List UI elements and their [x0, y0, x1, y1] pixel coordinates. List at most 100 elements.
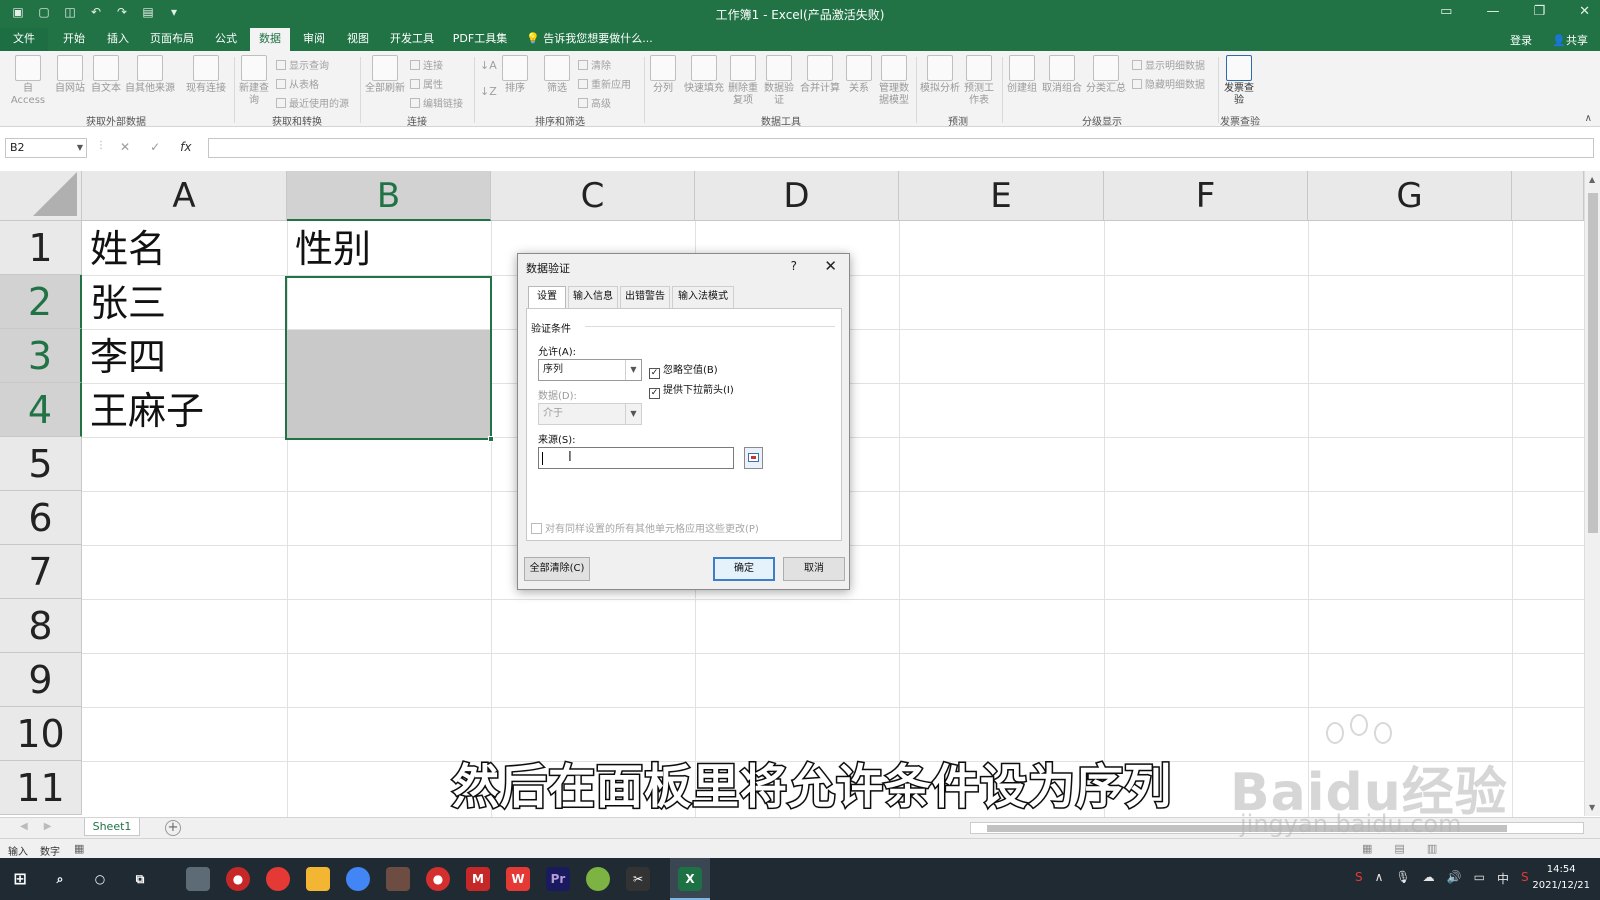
from-web-button[interactable]: 自网站	[52, 55, 88, 95]
ok-button[interactable]: 确定	[713, 557, 775, 581]
file-explorer-icon[interactable]	[306, 867, 330, 891]
row-header-9[interactable]: 9	[0, 653, 82, 707]
cell-a4[interactable]: 王麻子	[82, 385, 204, 437]
tray-app-icon[interactable]: ☁	[1423, 870, 1435, 887]
relationships-button[interactable]: 关系	[844, 55, 874, 95]
normal-view-icon[interactable]: ▦	[1362, 842, 1372, 855]
sogou-icon[interactable]: S	[1355, 870, 1363, 887]
new-query-button[interactable]: 新建查询	[238, 55, 270, 107]
close-icon[interactable]: ✕	[824, 257, 837, 275]
row-header-2[interactable]: 2	[0, 275, 82, 329]
column-header-g[interactable]: G	[1308, 171, 1512, 221]
formula-input[interactable]	[208, 138, 1594, 158]
tell-me-box[interactable]: 💡 告诉我您想要做什么...	[526, 28, 656, 51]
column-header-b[interactable]: B	[287, 171, 491, 221]
from-text-button[interactable]: 自文本	[88, 55, 124, 95]
vertical-scrollbar[interactable]: ▲ ▼	[1584, 171, 1600, 816]
capcut-icon[interactable]: ✂	[626, 867, 650, 891]
row-header-1[interactable]: 1	[0, 221, 82, 275]
select-all-corner[interactable]	[0, 171, 82, 221]
from-table-button[interactable]: 从表格	[276, 76, 319, 91]
share-button[interactable]: 👤共享	[1552, 32, 1588, 48]
invoice-check-button[interactable]: 发票查验	[1222, 55, 1256, 107]
scroll-down-icon[interactable]: ▼	[1589, 803, 1595, 812]
premiere-icon[interactable]: Pr	[546, 867, 570, 891]
forecast-sheet-button[interactable]: 预测工作表	[962, 55, 996, 107]
tab-review[interactable]: 审阅	[296, 28, 332, 51]
sort-button[interactable]: 排序	[500, 55, 530, 95]
browser-icon[interactable]	[346, 867, 370, 891]
tab-settings[interactable]: 设置	[528, 286, 566, 309]
ungroup-button[interactable]: 取消组合	[1040, 55, 1084, 95]
column-header-e[interactable]: E	[899, 171, 1104, 221]
clear-filter-button[interactable]: 清除	[578, 57, 611, 72]
tab-ime-mode[interactable]: 输入法模式	[672, 286, 734, 308]
tab-developer[interactable]: 开发工具	[384, 28, 440, 51]
vertical-scroll-thumb[interactable]	[1588, 193, 1598, 533]
tab-pdf-tools[interactable]: PDF工具集	[448, 28, 512, 51]
row-header-3[interactable]: 3	[0, 329, 82, 383]
clear-all-button[interactable]: 全部清除(C)	[524, 557, 590, 581]
data-validation-button[interactable]: 数据验证	[762, 55, 796, 107]
apply-to-all-checkbox[interactable]: 对有同样设置的所有其他单元格应用这些更改(P)	[531, 520, 759, 535]
next-sheet-icon[interactable]: ▶	[44, 821, 52, 832]
subtotal-button[interactable]: 分类汇总	[1086, 55, 1126, 95]
collapse-ribbon-icon[interactable]: ∧	[1585, 113, 1592, 124]
tab-insert[interactable]: 插入	[100, 28, 136, 51]
from-other-sources-button[interactable]: 自其他来源	[124, 55, 176, 95]
properties-button[interactable]: 属性	[410, 76, 443, 91]
sort-az-icon[interactable]: ↓A	[480, 59, 497, 72]
tab-input-message[interactable]: 输入信息	[568, 286, 618, 308]
task-view-icon[interactable]: ⧉	[128, 867, 152, 891]
network-icon[interactable]: ▭	[1474, 870, 1485, 887]
restore-icon[interactable]: ❐	[1533, 4, 1545, 19]
wps-tray-icon[interactable]: S	[1521, 870, 1529, 887]
horizontal-scroll-thumb[interactable]	[987, 825, 1507, 832]
minimize-icon[interactable]: —	[1486, 4, 1499, 19]
tab-page-layout[interactable]: 页面布局	[144, 28, 200, 51]
row-header-11[interactable]: 11	[0, 761, 82, 815]
volume-icon[interactable]: 🔊	[1447, 870, 1462, 887]
flash-fill-button[interactable]: 快速填充	[682, 55, 726, 95]
cell-a2[interactable]: 张三	[82, 277, 166, 329]
selected-range-b2-b4[interactable]	[285, 276, 492, 440]
row-header-7[interactable]: 7	[0, 545, 82, 599]
cell-a3[interactable]: 李四	[82, 331, 166, 383]
record-icon[interactable]: ●	[426, 867, 450, 891]
ignore-blank-checkbox[interactable]: ✓ 忽略空值(B)	[649, 361, 718, 379]
confirm-entry-icon[interactable]: ✓	[150, 140, 160, 154]
column-header-f[interactable]: F	[1104, 171, 1308, 221]
tab-home[interactable]: 开始	[56, 28, 92, 51]
wps-icon[interactable]: W	[506, 867, 530, 891]
range-select-button[interactable]	[744, 447, 763, 469]
column-header-d[interactable]: D	[695, 171, 899, 221]
ime-indicator[interactable]: 中	[1497, 870, 1509, 887]
show-queries-button[interactable]: 显示查询	[276, 57, 329, 72]
fill-handle[interactable]	[488, 436, 494, 442]
search-icon[interactable]: ⌕	[48, 867, 72, 891]
row-header-4[interactable]: 4	[0, 383, 82, 437]
what-if-analysis-button[interactable]: 模拟分析	[920, 55, 960, 95]
mail-icon[interactable]: M	[466, 867, 490, 891]
row-header-5[interactable]: 5	[0, 437, 82, 491]
tab-error-alert[interactable]: 出错警告	[620, 286, 670, 308]
page-layout-view-icon[interactable]: ▤	[1394, 842, 1404, 855]
excel-icon[interactable]: X	[678, 867, 702, 891]
app-icon-3[interactable]	[586, 867, 610, 891]
group-button[interactable]: 创建组	[1006, 55, 1038, 95]
horizontal-scrollbar[interactable]	[970, 822, 1584, 834]
recent-sources-button[interactable]: 最近使用的源	[276, 95, 349, 110]
manage-data-model-button[interactable]: 管理数据模型	[876, 55, 912, 107]
tab-formulas[interactable]: 公式	[208, 28, 244, 51]
help-icon[interactable]: ?	[791, 259, 797, 273]
edit-links-button[interactable]: 编辑链接	[410, 95, 463, 110]
row-header-8[interactable]: 8	[0, 599, 82, 653]
cancel-entry-icon[interactable]: ✕	[120, 140, 130, 154]
remove-duplicates-button[interactable]: 删除重复项	[728, 55, 758, 107]
existing-connections-button[interactable]: 现有连接	[184, 55, 228, 95]
show-detail-button[interactable]: 显示明细数据	[1132, 57, 1205, 72]
login-link[interactable]: 登录	[1510, 32, 1532, 48]
cell-b1[interactable]: 性别	[287, 223, 371, 275]
from-access-button[interactable]: 自 Access	[6, 55, 50, 107]
tab-file[interactable]: 文件	[0, 28, 48, 51]
